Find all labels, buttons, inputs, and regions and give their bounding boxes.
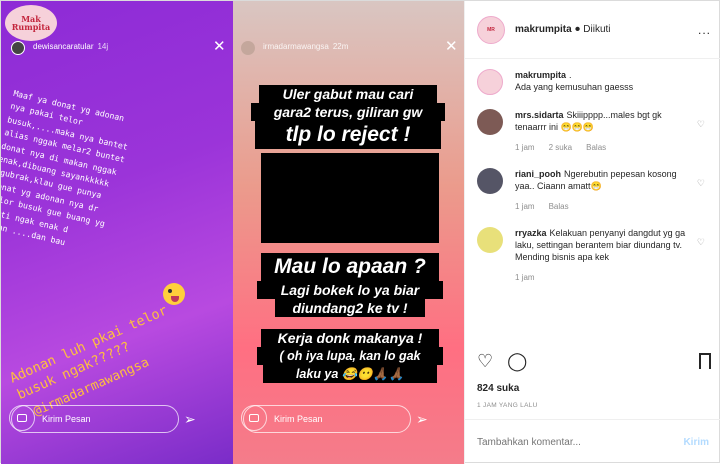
story-text-line: Mau lo apaan ? (261, 253, 439, 281)
comment-user[interactable]: mrs.sidarta (515, 110, 564, 120)
account-avatar[interactable]: MR (477, 15, 505, 44)
story-text-line: laku ya 😂😶🙏🏾🙏🏾 (263, 365, 437, 383)
send-icon[interactable]: ➢ (416, 411, 428, 428)
comment-input[interactable] (477, 436, 677, 448)
more-options-icon[interactable]: ... (698, 23, 711, 37)
send-icon[interactable]: ➢ (184, 411, 196, 428)
story-left-username[interactable]: dewisancaratular 14j (33, 42, 108, 51)
message-input[interactable]: Kirim Pesan (243, 405, 411, 433)
avatar[interactable] (477, 168, 503, 194)
emoji-sticker (163, 283, 185, 305)
brand-logo: Mak Rumpita (5, 5, 57, 41)
like-heart-icon[interactable]: ♡ (697, 119, 705, 130)
reply-button[interactable]: Balas (549, 202, 569, 211)
comment-time: 1 jam (515, 202, 535, 211)
comment: mrs.sidarta Skiiipppp...males bgt gk tena… (477, 109, 709, 154)
story-left: Mak Rumpita dewisancaratular 14j ✕ Maaf ya… (1, 1, 233, 464)
story-text-line: tlp lo reject ! (255, 121, 441, 149)
comment-likes[interactable]: 2 suka (549, 143, 573, 152)
comment: rryazka Kelakuan penyanyi dangdut yg ga l… (477, 227, 709, 284)
story-text-line: diundang2 ke tv ! (275, 299, 425, 317)
follow-status[interactable]: Diikuti (583, 24, 610, 35)
separator-dot: • (574, 20, 581, 38)
post-media: Mak Rumpita dewisancaratular 14j ✕ Maaf ya… (1, 1, 464, 464)
close-icon[interactable]: ✕ (445, 39, 458, 54)
comment-time: 1 jam (515, 273, 535, 282)
bookmark-icon[interactable] (699, 353, 711, 369)
comments-list: makrumpita. Ada yang kemusuhan gaesss mr… (465, 59, 720, 349)
story-text-line: Lagi bokek lo ya biar (257, 281, 443, 299)
post-header: MR makrumpita • Diikuti ... (465, 1, 720, 59)
comment-user[interactable]: riani_pooh (515, 169, 561, 179)
close-icon[interactable]: ✕ (213, 39, 226, 54)
story-right-avatar (241, 41, 255, 55)
story-text-line: ( oh iya lupa, kan lo gak (257, 347, 443, 365)
like-heart-icon[interactable]: ♡ (697, 237, 705, 248)
story-left-avatar (11, 41, 25, 55)
story-text-line: Uler gabut mau cari (259, 85, 437, 103)
comment-user[interactable]: makrumpita (515, 70, 566, 80)
story-text-line: gara2 terus, giliran gw (251, 103, 445, 121)
comment-time: 1 jam (515, 143, 535, 152)
comment-text: . (569, 70, 572, 80)
story-text-line: Kerja donk makanya ! (261, 329, 439, 347)
comment-user[interactable]: rryazka (515, 228, 547, 238)
account-name[interactable]: makrumpita (515, 24, 572, 35)
heart-icon[interactable]: ♡ (477, 351, 493, 372)
post-comment-button[interactable]: Kirim (683, 437, 709, 448)
avatar[interactable] (477, 109, 503, 135)
post-sidebar: MR makrumpita • Diikuti ... makrumpita. … (464, 1, 720, 464)
avatar[interactable] (477, 69, 503, 95)
story-right: irmadarmawangsa 22m ✕ Uler gabut mau cari… (233, 1, 464, 464)
post-actions: ♡ ◯ (477, 351, 527, 372)
message-input[interactable]: Kirim Pesan (11, 405, 179, 433)
post-time: 1 JAM YANG LALU (477, 402, 538, 409)
story-left-note: Maaf ya donat yg adonan nya pakai telor … (1, 87, 129, 248)
story-right-username[interactable]: irmadarmawangsa 22m (259, 42, 348, 51)
reply-button[interactable]: Balas (586, 143, 606, 152)
caption: makrumpita. Ada yang kemusuhan gaesss (477, 69, 709, 95)
redacted-block (261, 153, 439, 243)
like-heart-icon[interactable]: ♡ (697, 178, 705, 189)
comment-text: Ada yang kemusuhan gaesss (515, 82, 634, 92)
instagram-post: Mak Rumpita dewisancaratular 14j ✕ Maaf ya… (0, 0, 720, 464)
add-comment-bar: Kirim (465, 419, 720, 464)
avatar[interactable] (477, 227, 503, 253)
like-count[interactable]: 824 suka (477, 383, 519, 394)
comment-icon[interactable]: ◯ (507, 351, 527, 372)
comment: riani_pooh Ngerebutin pepesan kosong yaa.… (477, 168, 709, 213)
